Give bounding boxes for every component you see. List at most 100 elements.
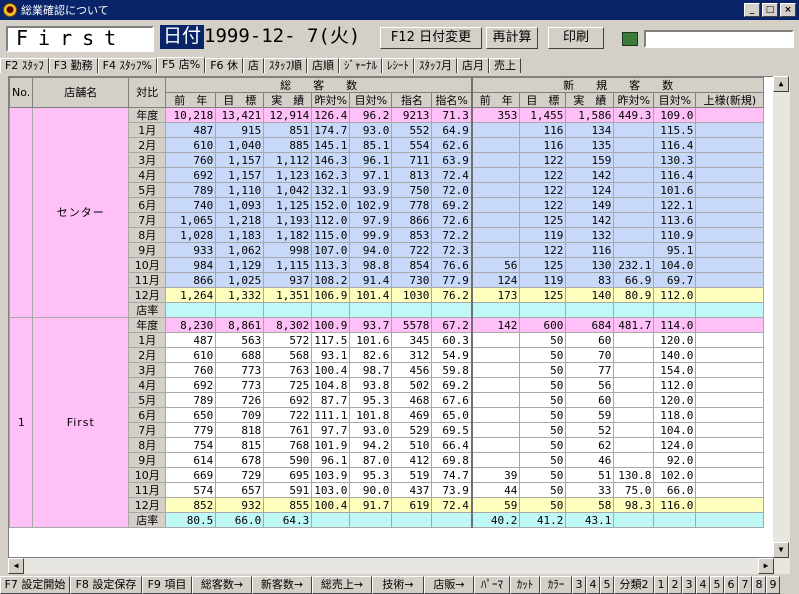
- table-cell[interactable]: [613, 227, 655, 243]
- table-cell[interactable]: [613, 377, 655, 393]
- table-cell[interactable]: 600: [519, 317, 567, 333]
- table-cell[interactable]: 69.2: [431, 377, 473, 393]
- table-cell[interactable]: 106.9: [311, 287, 351, 303]
- table-cell[interactable]: 134: [565, 122, 615, 138]
- function-button-2[interactable]: F9 項目: [142, 576, 192, 594]
- data-grid[interactable]: No. 店舗名 対比総 客 数新 規 客 数前 年目 標実 績昨対% 目対% 指名 指名%…: [8, 76, 790, 558]
- table-cell[interactable]: 1,183: [215, 227, 265, 243]
- table-cell[interactable]: 82.6: [349, 347, 393, 363]
- table-cell[interactable]: 72.4: [431, 167, 473, 183]
- table-cell[interactable]: 1,040: [215, 137, 265, 153]
- header-col[interactable]: 目対%: [349, 92, 393, 108]
- table-cell[interactable]: 933: [165, 242, 217, 258]
- table-cell[interactable]: 1,125: [263, 197, 313, 213]
- table-cell[interactable]: 1,351: [263, 287, 313, 303]
- table-cell[interactable]: 10,218: [165, 107, 217, 123]
- function-button-8[interactable]: ﾊﾟｰﾏ: [474, 576, 510, 594]
- function-button-18[interactable]: 4: [696, 576, 710, 594]
- table-cell[interactable]: 1,218: [215, 212, 265, 228]
- table-cell[interactable]: 568: [263, 347, 313, 363]
- scroll-right-icon[interactable]: ▶: [758, 558, 774, 574]
- table-cell[interactable]: [613, 392, 655, 408]
- table-cell[interactable]: 502: [391, 377, 433, 393]
- table-cell[interactable]: [695, 152, 765, 168]
- table-cell[interactable]: 312: [391, 347, 433, 363]
- table-cell[interactable]: [695, 287, 765, 303]
- table-cell[interactable]: 69.8: [431, 452, 473, 468]
- tab-1[interactable]: F3 勤務: [48, 58, 98, 73]
- tab-2[interactable]: F4 ｽﾀｯﾌ%: [97, 58, 157, 73]
- table-cell[interactable]: 122: [519, 182, 567, 198]
- table-cell[interactable]: 789: [165, 182, 217, 198]
- table-cell[interactable]: 1,264: [165, 287, 217, 303]
- table-cell[interactable]: 103.9: [311, 467, 351, 483]
- tab-4[interactable]: F6 休: [205, 58, 244, 73]
- table-cell[interactable]: 915: [215, 122, 265, 138]
- table-cell[interactable]: 65.0: [431, 407, 473, 423]
- table-cell[interactable]: [470, 197, 521, 213]
- table-cell[interactable]: 456: [391, 362, 433, 378]
- header-col[interactable]: 目 標: [215, 92, 265, 108]
- table-cell[interactable]: 116: [565, 242, 615, 258]
- table-cell[interactable]: 1,123: [263, 167, 313, 183]
- table-cell[interactable]: 50: [519, 452, 567, 468]
- date-change-button[interactable]: F12 日付変更: [380, 27, 482, 49]
- table-cell[interactable]: 154.0: [653, 362, 697, 378]
- function-button-17[interactable]: 3: [682, 576, 696, 594]
- table-cell[interactable]: [695, 407, 765, 423]
- table-cell[interactable]: 114.0: [653, 317, 697, 333]
- table-cell[interactable]: 62.6: [431, 137, 473, 153]
- table-cell[interactable]: 101.4: [349, 287, 393, 303]
- table-cell[interactable]: [470, 122, 521, 138]
- header-col[interactable]: 上様(新規): [695, 92, 765, 108]
- calculator-input[interactable]: [644, 30, 794, 48]
- table-cell[interactable]: 1,065: [165, 212, 217, 228]
- table-cell[interactable]: 1,042: [263, 182, 313, 198]
- table-cell[interactable]: 51: [565, 467, 615, 483]
- table-cell[interactable]: 72.2: [431, 227, 473, 243]
- table-cell[interactable]: [470, 302, 521, 318]
- table-cell[interactable]: [470, 242, 521, 258]
- table-cell[interactable]: 142: [565, 212, 615, 228]
- table-cell[interactable]: 67.6: [431, 392, 473, 408]
- store-name-field[interactable]: First: [6, 26, 154, 52]
- table-cell[interactable]: 56: [470, 257, 521, 273]
- table-cell[interactable]: 111.1: [311, 407, 351, 423]
- table-cell[interactable]: 140: [565, 287, 615, 303]
- table-cell[interactable]: 773: [215, 362, 265, 378]
- table-cell[interactable]: 232.1: [613, 257, 655, 273]
- tab-0[interactable]: F2 ｽﾀｯﾌ: [0, 58, 49, 73]
- table-cell[interactable]: 115.5: [653, 122, 697, 138]
- table-cell[interactable]: [470, 152, 521, 168]
- table-cell[interactable]: 1,062: [215, 242, 265, 258]
- table-cell[interactable]: 854: [391, 257, 433, 273]
- table-cell[interactable]: [470, 362, 521, 378]
- table-cell[interactable]: 103.0: [311, 482, 351, 498]
- table-cell[interactable]: [695, 257, 765, 273]
- table-cell[interactable]: 120.0: [653, 332, 697, 348]
- store-name-cell[interactable]: センター: [32, 107, 130, 318]
- table-cell[interactable]: [613, 122, 655, 138]
- table-cell[interactable]: 124: [565, 182, 615, 198]
- table-cell[interactable]: 101.8: [349, 407, 393, 423]
- table-cell[interactable]: [695, 512, 765, 528]
- table-cell[interactable]: 59: [470, 497, 521, 513]
- table-cell[interactable]: 130.8: [613, 467, 655, 483]
- table-cell[interactable]: 932: [215, 497, 265, 513]
- table-cell[interactable]: 33: [565, 482, 615, 498]
- table-cell[interactable]: 1,025: [215, 272, 265, 288]
- table-cell[interactable]: 1,028: [165, 227, 217, 243]
- table-cell[interactable]: 93.9: [349, 182, 393, 198]
- table-cell[interactable]: 100.4: [311, 497, 351, 513]
- table-cell[interactable]: 97.9: [349, 212, 393, 228]
- table-cell[interactable]: [349, 512, 393, 528]
- table-cell[interactable]: 76.6: [431, 257, 473, 273]
- table-cell[interactable]: 101.6: [653, 182, 697, 198]
- table-cell[interactable]: 124: [470, 272, 521, 288]
- function-button-23[interactable]: 9: [766, 576, 780, 594]
- table-cell[interactable]: [470, 452, 521, 468]
- table-cell[interactable]: 93.8: [349, 377, 393, 393]
- table-cell[interactable]: [695, 347, 765, 363]
- table-cell[interactable]: 130: [565, 257, 615, 273]
- table-cell[interactable]: [613, 302, 655, 318]
